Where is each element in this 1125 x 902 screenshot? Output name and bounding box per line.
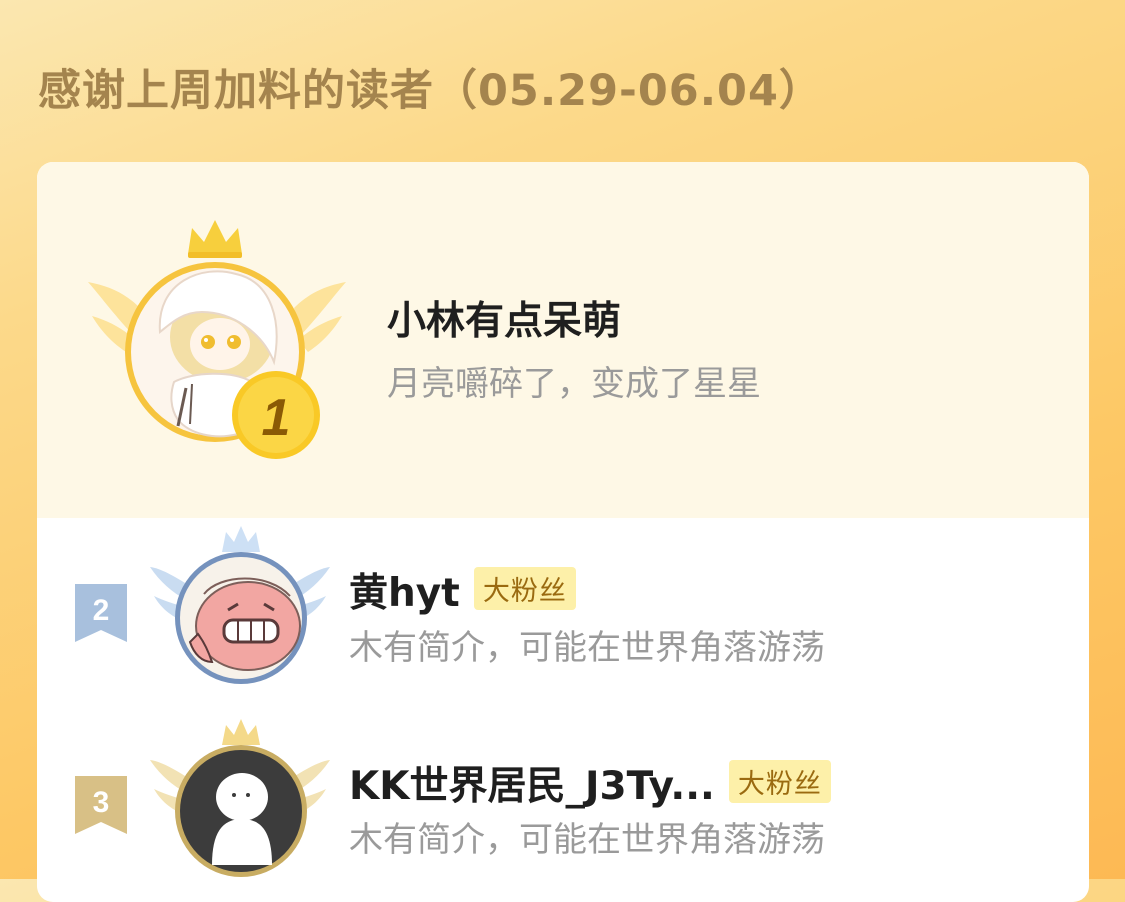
reader-3-name[interactable]: KK世界居民_J3Ty... 大粉丝 [349, 755, 831, 811]
reader-2-name[interactable]: 黄hyt 大粉丝 [349, 562, 576, 618]
fan-level-badge: 大粉丝 [728, 760, 831, 803]
reader-1-name[interactable]: 小林有点呆萌 [387, 290, 621, 346]
reader-2-bio: 木有简介，可能在世界角落游荡 [349, 628, 825, 668]
rank-3-tag: 3 [75, 776, 131, 834]
reader-2-name-text: 黄hyt [349, 571, 460, 616]
reader-3-avatar[interactable] [150, 715, 335, 883]
gold-medal-icon: 1 [232, 371, 320, 459]
rank-2-tag: 2 [75, 584, 131, 642]
ribbon-tag-icon: 3 [75, 776, 127, 834]
reader-2-avatar[interactable] [150, 522, 335, 690]
svg-text:3: 3 [93, 786, 110, 819]
reader-1-avatar[interactable]: 1 [82, 212, 352, 472]
svg-text:2: 2 [93, 594, 110, 627]
svg-text:1: 1 [262, 389, 291, 447]
reader-ranking-card: 1 小林有点呆萌 月亮嚼碎了，变成了星星 2 黄hyt 大粉丝 木有简介，可能在… [37, 162, 1089, 902]
reader-1-bio: 月亮嚼碎了，变成了星星 [387, 364, 761, 404]
top-reader-section[interactable]: 1 小林有点呆萌 月亮嚼碎了，变成了星星 [37, 162, 1089, 518]
reader-3-bio: 木有简介，可能在世界角落游荡 [349, 820, 825, 860]
fan-level-badge: 大粉丝 [473, 567, 576, 610]
page-title: 感谢上周加料的读者（05.29-06.04） [38, 66, 823, 116]
ribbon-tag-icon: 2 [75, 584, 127, 642]
reader-3-name-text: KK世界居民_J3Ty... [349, 764, 715, 809]
